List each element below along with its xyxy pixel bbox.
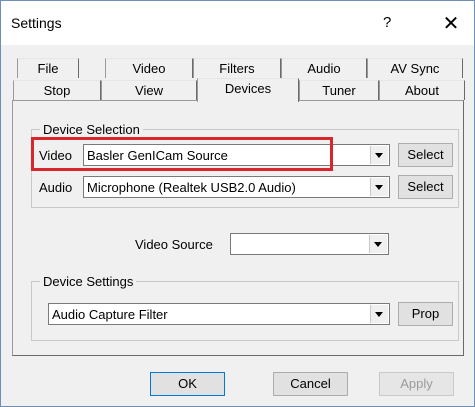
select-video-button[interactable]: Select [398, 143, 453, 167]
tab-about[interactable]: About [379, 80, 465, 100]
video-row-highlight [31, 137, 333, 171]
window-title: Settings [11, 15, 62, 31]
ok-button[interactable]: OK [150, 372, 225, 396]
tab-tuner[interactable]: Tuner [299, 80, 379, 100]
tab-stop[interactable]: Stop [13, 80, 101, 100]
device-settings-combo[interactable]: Audio Capture Filter [48, 303, 390, 325]
close-button[interactable]: ✕ [431, 9, 471, 39]
device-settings-value: Audio Capture Filter [52, 307, 168, 322]
settings-dialog: Settings ? ✕ File Video Filters Audio AV… [0, 0, 475, 407]
chevron-down-icon[interactable] [370, 178, 388, 196]
chevron-down-icon[interactable] [370, 305, 388, 323]
device-settings-legend: Device Settings [40, 274, 137, 289]
chevron-down-icon[interactable] [370, 146, 388, 164]
video-source-label: Video Source [135, 237, 213, 252]
video-source-combo[interactable] [230, 233, 389, 255]
apply-button: Apply [379, 372, 454, 396]
help-button[interactable]: ? [383, 14, 391, 31]
tab-filters[interactable]: Filters [193, 58, 281, 78]
tab-view[interactable]: View [101, 80, 197, 100]
tab-video[interactable]: Video [105, 58, 193, 78]
audio-device-combo[interactable]: Microphone (Realtek USB2.0 Audio) [83, 176, 390, 198]
tab-audio[interactable]: Audio [281, 58, 367, 78]
audio-device-value: Microphone (Realtek USB2.0 Audio) [87, 180, 296, 195]
cancel-button[interactable]: Cancel [273, 372, 348, 396]
device-selection-legend: Device Selection [40, 122, 143, 137]
tab-devices[interactable]: Devices [197, 78, 299, 102]
select-audio-button[interactable]: Select [398, 175, 453, 199]
tab-av-sync[interactable]: AV Sync [367, 58, 463, 78]
audio-label: Audio [39, 180, 73, 195]
prop-button[interactable]: Prop [398, 302, 453, 326]
tab-file[interactable]: File [17, 58, 79, 78]
title-bar: Settings ? ✕ [1, 1, 474, 45]
chevron-down-icon[interactable] [369, 235, 387, 253]
